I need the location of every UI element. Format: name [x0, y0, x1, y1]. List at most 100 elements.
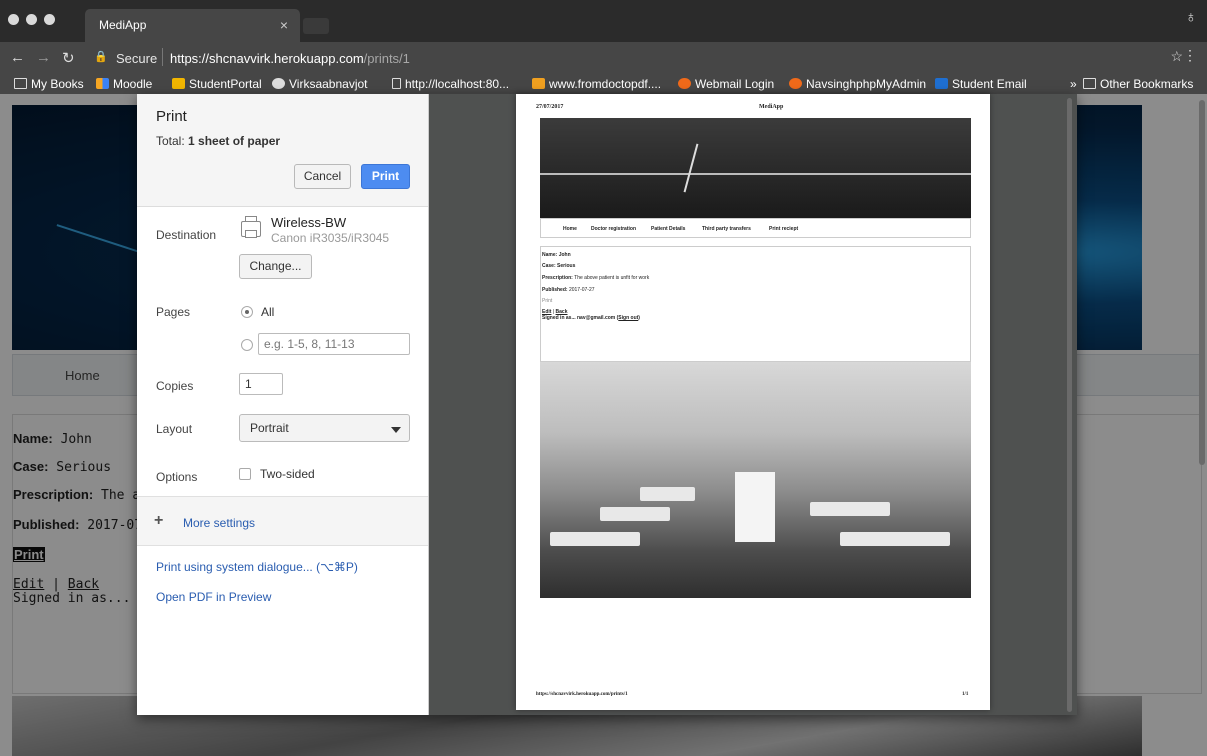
- tab-title: MediApp: [99, 18, 147, 32]
- close-icon[interactable]: ×: [280, 17, 288, 33]
- preview-signed-in: Signed in as... nav@gmail.com (Sign out): [542, 315, 640, 321]
- pages-custom-radio[interactable]: [241, 339, 253, 351]
- more-settings-toggle[interactable]: + More settings: [137, 496, 428, 546]
- bookmark-item[interactable]: Virksaabnavjot: [272, 77, 368, 91]
- bookmark-label: StudentPortal: [189, 77, 262, 91]
- preview-footer-url: https://shcnavvirk.herokuapp.com/prints/…: [536, 692, 628, 697]
- bookmark-item[interactable]: www.fromdoctopdf....: [532, 77, 661, 91]
- preview-prescription-value: The above patient is unfit for work: [574, 275, 650, 281]
- preview-nav-item: Patient Details: [651, 226, 686, 232]
- folder-icon: [1083, 78, 1096, 89]
- preview-ward-photo: [540, 362, 971, 598]
- studentportal-icon: [172, 78, 185, 89]
- pages-all-radio[interactable]: [241, 306, 253, 318]
- two-sided-checkbox[interactable]: [239, 468, 251, 480]
- bookmark-star-icon[interactable]: ☆: [1170, 48, 1183, 65]
- lock-icon: 🔒: [94, 51, 108, 63]
- printer-name: Wireless-BW: [271, 215, 347, 230]
- preview-banner-image: [540, 118, 971, 218]
- bookmark-item[interactable]: My Books: [14, 77, 84, 91]
- ward-bed: [600, 507, 670, 521]
- preview-name-label: Name:: [542, 252, 558, 258]
- page-icon: [392, 78, 401, 89]
- ward-bed: [550, 532, 640, 546]
- printer-icon: [241, 216, 261, 238]
- secure-label: Secure: [116, 51, 158, 66]
- preview-prescription-row: Prescription: The above patient is unfit…: [542, 275, 649, 281]
- ecg-spike: [683, 143, 699, 193]
- close-window-button[interactable]: [8, 14, 19, 25]
- tab-mediapp[interactable]: MediApp ×: [85, 9, 300, 42]
- bookmark-label: http://localhost:80...: [405, 77, 510, 91]
- bookmark-item[interactable]: http://localhost:80...: [392, 77, 509, 91]
- bookmark-item[interactable]: Student Email: [935, 77, 1027, 91]
- print-preview-page: 27/07/2017 MediApp Home Doctor registrat…: [516, 94, 990, 710]
- printer-model: Canon iR3035/iR3045: [271, 231, 390, 245]
- options-label: Options: [156, 470, 198, 484]
- preview-published-row: Published: 2017-07-27: [542, 287, 595, 293]
- minimize-window-button[interactable]: [26, 14, 37, 25]
- address-bar[interactable]: 🔒 Secure https://shcnavvirk.herokuapp.co…: [90, 46, 1170, 70]
- other-bookmarks-item[interactable]: Other Bookmarks: [1083, 77, 1193, 91]
- copies-label: Copies: [156, 379, 194, 393]
- bookmarks-overflow-button[interactable]: »: [1070, 77, 1077, 91]
- preview-nav-item: Third party transfers: [702, 226, 751, 232]
- preview-signed-in-close: ): [638, 315, 640, 321]
- preview-print-text: Print: [542, 298, 553, 304]
- more-settings-label: More settings: [183, 516, 256, 530]
- bookmark-label: Webmail Login: [695, 77, 775, 91]
- bookmark-item[interactable]: NavsinghphpMyAdmin: [789, 77, 926, 91]
- sheet-total: Total: 1 sheet of paper: [156, 134, 280, 148]
- open-pdf-link[interactable]: Open PDF in Preview: [156, 590, 271, 604]
- zoom-window-button[interactable]: [44, 14, 55, 25]
- bookmark-label: Student Email: [952, 77, 1027, 91]
- new-tab-button[interactable]: [303, 18, 329, 34]
- incognito-icon: ♁: [1185, 9, 1197, 26]
- bookmarks-bar: My Books Moodle StudentPortal Virksaabna…: [0, 74, 1207, 94]
- pages-range-input[interactable]: e.g. 1-5, 8, 11-13: [258, 333, 410, 355]
- back-arrow-icon[interactable]: ←: [10, 49, 25, 66]
- preview-date: 27/07/2017: [536, 104, 564, 110]
- cpanel-icon: [789, 78, 802, 89]
- reload-icon[interactable]: ↻: [62, 49, 75, 67]
- browser-menu-icon[interactable]: ⋮: [1183, 47, 1197, 64]
- change-destination-button[interactable]: Change...: [239, 254, 312, 279]
- url-text: https://shcnavvirk.herokuapp.com/prints/…: [170, 51, 410, 66]
- preview-scrollbar[interactable]: [1067, 98, 1072, 712]
- plus-icon: +: [154, 512, 164, 529]
- cancel-button[interactable]: Cancel: [294, 164, 351, 189]
- url-host: https://shcnavvirk.herokuapp.com: [170, 51, 364, 66]
- outlook-icon: [935, 78, 948, 89]
- preview-name-row: Name: John: [542, 252, 571, 258]
- ecg-line: [540, 173, 971, 175]
- preview-title: MediApp: [759, 104, 784, 110]
- bookmark-item[interactable]: Moodle: [96, 77, 152, 91]
- preview-published-label: Published:: [542, 287, 568, 293]
- copies-input[interactable]: 1: [239, 373, 283, 395]
- ward-bed: [840, 532, 950, 546]
- bookmark-item[interactable]: StudentPortal: [172, 77, 262, 91]
- print-dialog: Print Total: 1 sheet of paper Cancel Pri…: [137, 94, 1077, 715]
- address-divider: [162, 48, 163, 66]
- destination-label: Destination: [156, 228, 217, 242]
- print-button[interactable]: Print: [361, 164, 410, 189]
- folder-icon: [14, 78, 27, 89]
- bookmark-label: Other Bookmarks: [1100, 77, 1194, 91]
- forward-arrow-icon[interactable]: →: [36, 49, 51, 66]
- preview-nav: Home Doctor registration Patient Details…: [540, 218, 971, 238]
- total-label: Total:: [156, 134, 185, 148]
- ward-bed: [810, 502, 890, 516]
- bookmark-label: Virksaabnavjot: [289, 77, 368, 91]
- pages-label: Pages: [156, 305, 191, 319]
- tab-strip: MediApp × ♁: [0, 0, 1207, 42]
- preview-sign-out-link: Sign out: [618, 315, 639, 321]
- ward-bed: [640, 487, 695, 501]
- system-dialog-link[interactable]: Print using system dialogue... (⌥⌘P): [156, 560, 358, 574]
- print-settings-panel: Print Total: 1 sheet of paper Cancel Pri…: [137, 94, 429, 715]
- moodle-icon: [96, 78, 109, 89]
- dialog-title: Print: [156, 108, 187, 125]
- layout-select[interactable]: Portrait: [239, 414, 410, 442]
- bookmark-item[interactable]: Webmail Login: [678, 77, 774, 91]
- bookmark-label: www.fromdoctopdf....: [549, 77, 662, 91]
- bookmark-label: My Books: [31, 77, 84, 91]
